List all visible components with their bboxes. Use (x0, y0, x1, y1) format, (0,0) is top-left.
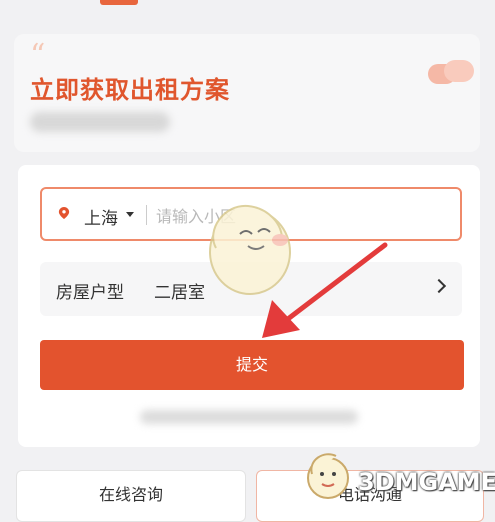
house-type-selector[interactable]: 房屋户型 二居室 (40, 262, 462, 316)
submit-button[interactable]: 提交 (40, 340, 464, 390)
hero-title: 立即获取出租方案 (30, 76, 230, 104)
blurred-notice (140, 410, 358, 424)
mascot-logo-icon (307, 453, 349, 499)
chevron-right-icon (431, 278, 447, 294)
online-consult-button[interactable]: 在线咨询 (16, 470, 246, 522)
watermark-text: 3DMGAME (358, 468, 495, 496)
hero-subtitle-blurred (30, 112, 170, 132)
community-input[interactable] (154, 201, 448, 231)
coupon-graphic (428, 58, 476, 86)
caret-down-icon[interactable] (126, 212, 134, 217)
location-pin-icon (58, 207, 70, 219)
house-type-label: 房屋户型 (56, 283, 124, 303)
community-search-field[interactable]: 上海 (40, 187, 462, 241)
city-selector[interactable]: 上海 (84, 204, 118, 229)
field-divider (146, 205, 147, 225)
active-tab-indicator (100, 0, 138, 5)
house-type-value: 二居室 (154, 283, 205, 303)
watermark-logo: 3DMGAME (302, 448, 495, 500)
quote-mark: “ (30, 38, 46, 73)
